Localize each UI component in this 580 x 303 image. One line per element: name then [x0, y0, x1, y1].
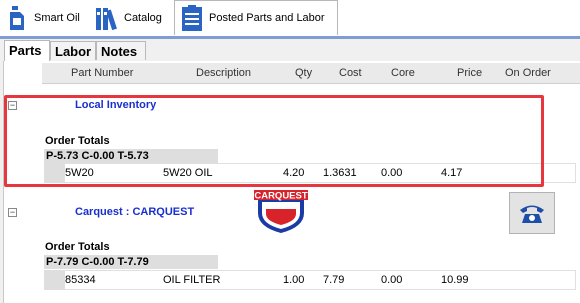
col-price[interactable]: Price — [457, 67, 482, 79]
cell-core: 0.00 — [381, 274, 403, 286]
sub-tab-bar: Parts Labor Notes — [0, 39, 580, 61]
tab-smart-oil[interactable]: Smart Oil — [0, 0, 88, 35]
tab-smart-oil-label: Smart Oil — [34, 11, 80, 24]
col-description[interactable]: Description — [196, 67, 251, 79]
vendor-carquest: Carquest : CARQUEST — [75, 206, 195, 218]
order-totals-label: Order Totals — [45, 241, 110, 253]
column-header-row: Part Number Description Qty Cost Core Pr… — [42, 63, 580, 84]
cell-qty: 1.00 — [283, 274, 305, 286]
tab-catalog-label: Catalog — [124, 11, 162, 24]
tab-catalog[interactable]: Catalog — [90, 0, 172, 35]
catalog-books-icon — [94, 4, 120, 32]
tab-parts[interactable]: Parts — [4, 40, 50, 61]
col-part-number[interactable]: Part Number — [71, 67, 133, 79]
col-core[interactable]: Core — [391, 67, 415, 79]
col-on-order[interactable]: On Order — [505, 67, 551, 79]
top-toolbar: Smart Oil Catalog Posted Parts and Labor — [0, 0, 580, 37]
collapse-carquest-icon[interactable]: − — [8, 208, 17, 217]
call-vendor-button[interactable] — [509, 192, 555, 234]
row-selector[interactable] — [44, 270, 64, 290]
carquest-logo: CARQUEST — [254, 187, 308, 235]
tab-posted-parts-and-labor[interactable]: Posted Parts and Labor — [174, 0, 338, 35]
svg-text:CARQUEST: CARQUEST — [254, 191, 308, 202]
tab-notes[interactable]: Notes — [96, 41, 146, 60]
telephone-icon — [520, 205, 544, 223]
highlight-frame — [4, 95, 544, 187]
clipboard-list-icon — [179, 4, 205, 32]
cell-cost: 7.79 — [323, 274, 345, 286]
order-totals-value: P-7.79 C-0.00 T-7.79 — [44, 255, 218, 269]
col-cost[interactable]: Cost — [339, 67, 362, 79]
cell-part-number: 85334 — [65, 274, 96, 286]
cell-price: 10.99 — [441, 274, 469, 286]
table-row[interactable] — [64, 270, 576, 290]
tab-posted-parts-and-labor-label: Posted Parts and Labor — [209, 12, 325, 24]
cell-description: OIL FILTER — [163, 274, 221, 286]
tab-labor[interactable]: Labor — [50, 41, 96, 60]
oil-bottle-icon — [4, 4, 30, 32]
col-qty[interactable]: Qty — [295, 67, 312, 79]
